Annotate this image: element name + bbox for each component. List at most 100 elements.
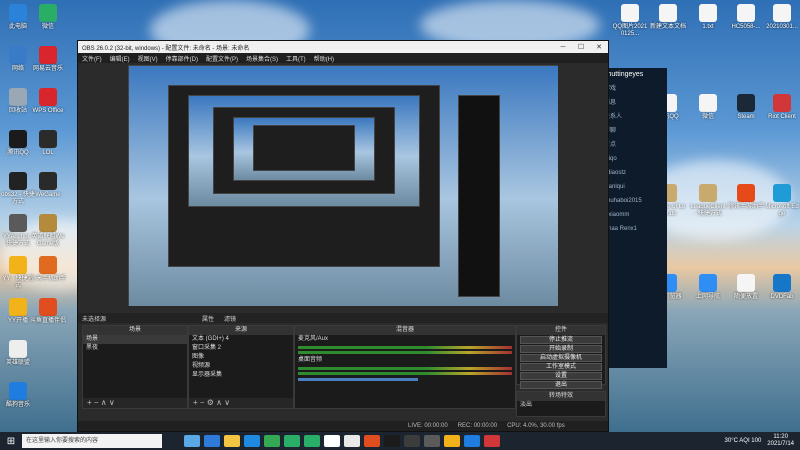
qq-contact-row[interactable]: ihanlqui <box>601 180 667 194</box>
taskbar-app-icon[interactable] <box>324 435 340 447</box>
desktop-icon[interactable]: Steam <box>728 94 764 121</box>
taskbar-app-icon[interactable] <box>364 435 380 447</box>
taskbar-app-icon[interactable] <box>384 435 400 447</box>
filters-button[interactable]: 滤镜 <box>224 314 236 323</box>
desktop-icon[interactable]: HC5058-... <box>728 4 764 31</box>
minimize-icon[interactable]: ─ <box>554 44 572 51</box>
scenes-toolbar[interactable]: + − ∧ ∨ <box>83 398 187 408</box>
desktop-icon[interactable]: 英雄联盟WeGame版 <box>30 214 66 248</box>
mixer-meter <box>298 372 512 375</box>
taskbar-app-icon[interactable] <box>244 435 260 447</box>
taskbar-app-icon[interactable] <box>204 435 220 447</box>
taskbar-app-icon[interactable] <box>304 435 320 447</box>
menu-view[interactable]: 视图(V) <box>138 54 158 63</box>
menu-help[interactable]: 帮助(H) <box>314 54 334 63</box>
settings-button[interactable]: 设置 <box>520 372 602 380</box>
source-item[interactable]: 显示器采集 <box>189 371 293 380</box>
qq-contact-row[interactable]: 游戏 <box>601 82 667 96</box>
desktop-icon-label: 酷狗音乐 <box>5 402 30 408</box>
desktop-icon[interactable]: 上网导航 <box>690 274 726 301</box>
desktop-icon[interactable]: WPS Office <box>30 88 66 115</box>
taskbar-app-icon[interactable] <box>424 435 440 447</box>
mixer-meter <box>298 351 512 354</box>
taskbar-app-icon[interactable] <box>484 435 500 447</box>
taskbar-app-icon[interactable] <box>184 435 200 447</box>
menu-profile[interactable]: 配置文件(P) <box>206 54 238 63</box>
transition-type[interactable]: 淡出 <box>517 401 605 410</box>
desktop-icon[interactable]: 网易云音乐 <box>30 46 66 73</box>
desktop-icon[interactable]: 英雄联盟 <box>0 340 36 367</box>
qq-contact-row[interactable]: 群聊 <box>601 124 667 138</box>
desktop-icon[interactable]: DVDFab <box>764 274 800 301</box>
obs-preview-canvas[interactable] <box>128 65 558 306</box>
close-icon[interactable]: ✕ <box>590 43 608 51</box>
mixer-meter <box>298 367 512 370</box>
properties-button[interactable]: 属性 <box>202 314 214 323</box>
cpu-status: CPU: 4.0%, 30.00 fps <box>507 423 565 429</box>
virtual-camera-button[interactable]: 启动虚拟摄像机 <box>520 354 602 362</box>
app-icon <box>699 274 717 292</box>
taskbar-app-icon[interactable] <box>224 435 240 447</box>
desktop-icon-label: 上网导航 <box>695 294 720 300</box>
exit-button[interactable]: 退出 <box>520 381 602 389</box>
qq-contact-row[interactable]: 联系人 <box>601 110 667 124</box>
source-item[interactable]: 图像 <box>189 353 293 362</box>
volume-slider[interactable] <box>298 378 418 381</box>
stop-streaming-button[interactable]: 停止推流 <box>520 336 602 344</box>
studio-mode-button[interactable]: 工作室模式 <box>520 363 602 371</box>
desktop-icon[interactable]: 微信 <box>690 94 726 121</box>
desktop-icon[interactable]: 新建文本文档 <box>650 4 686 31</box>
taskbar-app-icon[interactable] <box>464 435 480 447</box>
desktop-icon-label: WeGame <box>35 192 61 198</box>
qq-contact-row[interactable]: lxxiaomm <box>601 208 667 222</box>
desktop-icon[interactable]: WeGame <box>30 172 66 199</box>
desktop-icon[interactable]: QQ图片20210125... <box>612 4 648 38</box>
desktop-icon[interactable]: 1.txt <box>690 4 726 31</box>
taskbar-search-input[interactable]: 在这里输入你要搜索的内容 <box>22 434 162 448</box>
qq-contact-row[interactable]: 看点 <box>601 138 667 152</box>
start-recording-button[interactable]: 开始录制 <box>520 345 602 353</box>
desktop-icon[interactable]: 斗鱼直播伴侣 <box>30 298 66 325</box>
taskbar-app-icon[interactable] <box>404 435 420 447</box>
source-item[interactable]: 视频源 <box>189 362 293 371</box>
menu-docks[interactable]: 停靠部件(D) <box>166 54 198 63</box>
menu-tools[interactable]: 工具(T) <box>286 54 306 63</box>
windows-start-icon[interactable]: ⊞ <box>0 436 22 447</box>
obs-titlebar[interactable]: OBS 26.0.2 (32-bit, windows) - 配置文件: 未命名… <box>78 41 608 53</box>
menu-file[interactable]: 文件(F) <box>82 54 102 63</box>
scene-item[interactable]: 黑夜 <box>83 344 187 353</box>
desktop-icon[interactable]: 随便放置 <box>728 274 764 301</box>
clock[interactable]: 11:20 2021/7/14 <box>767 434 794 448</box>
desktop-icon[interactable]: 微信 <box>30 4 66 31</box>
desktop-icon-label: 小米手机助手 <box>30 276 67 282</box>
obs-window[interactable]: OBS 26.0.2 (32-bit, windows) - 配置文件: 未命名… <box>77 40 609 432</box>
desktop-icon[interactable]: 小米手机助手 <box>30 256 66 283</box>
menu-edit[interactable]: 编辑(E) <box>110 54 130 63</box>
qq-contact-row[interactable]: shuhaboi2015 <box>601 194 667 208</box>
desktop-icon[interactable]: 腾讯手游助手 <box>728 184 764 211</box>
desktop-icon[interactable]: 20210301... <box>764 4 800 31</box>
desktop-icon[interactable]: LeagueClient - 快捷方式 <box>690 184 726 218</box>
qq-contact-row[interactable]: 消息 <box>601 96 667 110</box>
taskbar-app-icon[interactable] <box>264 435 280 447</box>
qq-contact-window[interactable]: shuttingeyes 游戏 消息 联系人 群聊 看点 2jiqo ydiaostz iha… <box>600 68 667 368</box>
qq-contact-row[interactable]: 2jiqo <box>601 152 667 166</box>
desktop-icon-label: Riot Client <box>768 114 796 120</box>
desktop-icon[interactable]: LOL <box>30 130 66 157</box>
qq-contact-row[interactable]: Ynaa Renx1 <box>601 222 667 236</box>
menu-scene-collection[interactable]: 场景集合(S) <box>246 54 278 63</box>
source-item[interactable]: 窗口采集 2 <box>189 344 293 353</box>
desktop-icon[interactable]: Microsoft Edge <box>764 184 800 218</box>
source-item[interactable]: 文本 (GDI+) 4 <box>189 335 293 344</box>
weather-widget[interactable]: 30°C AQI 100 <box>725 438 762 444</box>
taskbar-app-icon[interactable] <box>344 435 360 447</box>
desktop-icon-label: LOL <box>42 150 54 156</box>
desktop-icon[interactable]: Riot Client <box>764 94 800 121</box>
desktop-icon[interactable]: 酷狗音乐 <box>0 382 36 409</box>
qq-contact-row[interactable]: ydiaostz <box>601 166 667 180</box>
maximize-icon[interactable]: ☐ <box>572 43 590 51</box>
scene-item[interactable]: 场景 <box>83 335 187 344</box>
taskbar-app-icon[interactable] <box>284 435 300 447</box>
taskbar-app-icon[interactable] <box>444 435 460 447</box>
sources-toolbar[interactable]: + − ⚙ ∧ ∨ <box>189 398 293 408</box>
